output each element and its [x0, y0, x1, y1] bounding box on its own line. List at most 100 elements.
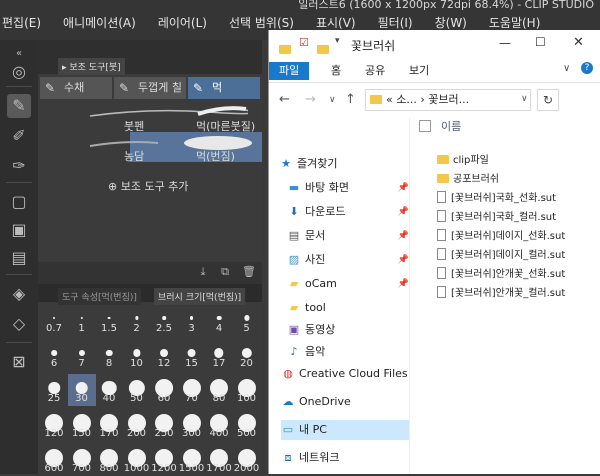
brush-size-cell[interactable]: 150: [68, 409, 96, 441]
brush-size-cell[interactable]: 1200: [150, 444, 178, 476]
brush-size-cell[interactable]: 800: [95, 444, 123, 476]
brush-size-cell[interactable]: 700: [68, 444, 96, 476]
brush-size-cell[interactable]: 30: [67, 374, 96, 406]
brush-size-cell[interactable]: 25: [40, 374, 68, 406]
back-icon[interactable]: ←: [279, 92, 290, 107]
brush-size-cell[interactable]: 100: [233, 374, 261, 406]
address-chevron-icon[interactable]: ∨: [521, 94, 528, 104]
subtab-ink[interactable]: ✎ 먹: [188, 77, 260, 99]
brush-size-cell[interactable]: 400: [205, 409, 233, 441]
close-icon[interactable]: ✕: [573, 35, 584, 50]
brush-size-cell[interactable]: 12: [150, 339, 178, 371]
brush-size-cell[interactable]: 5: [233, 304, 261, 336]
column-header-name[interactable]: 이름: [441, 118, 461, 134]
menu-item[interactable]: 레이어(L): [158, 14, 207, 32]
tab-home[interactable]: 홈: [331, 62, 341, 80]
nav-item[interactable]: ▭ 내 PC: [281, 420, 409, 440]
folder-row[interactable]: clip파일: [437, 152, 489, 170]
nav-item[interactable]: ▣ 동영상: [287, 320, 415, 340]
brush-size-cell[interactable]: 8: [95, 339, 123, 371]
nav-item[interactable]: ⧈ 네트워크: [281, 448, 409, 468]
subtab-thick-paint[interactable]: ✎ 두껍게 칠: [114, 77, 186, 99]
trash-icon[interactable]: 🗑: [242, 265, 256, 279]
brush-size-cell[interactable]: 70: [178, 374, 206, 406]
tab-share[interactable]: 공유: [365, 62, 385, 80]
file-row[interactable]: [꽃브러쉬]데이지_선화.sut: [437, 228, 565, 246]
menu-item[interactable]: 편집(E): [2, 14, 41, 32]
eraser-tool-icon[interactable]: ▢: [7, 190, 31, 214]
pen-tool-icon[interactable]: ◎: [7, 60, 31, 84]
tab-sub-tool[interactable]: ▸ 보조 도구[붓]: [58, 58, 125, 75]
nav-item[interactable]: ▰ oCam 📌: [287, 274, 415, 294]
brush-size-cell[interactable]: 600: [40, 444, 68, 476]
file-row[interactable]: [꽃브러쉬]안개꽃_컬러.sut: [437, 285, 565, 303]
tab-file[interactable]: 파일: [269, 62, 310, 80]
forward-icon[interactable]: →: [305, 92, 316, 107]
menu-item[interactable]: 애니메이션(A): [63, 14, 136, 32]
recent-chevron-icon[interactable]: ∨: [329, 95, 336, 105]
up-icon[interactable]: ↑: [345, 92, 356, 107]
address-box[interactable]: « 소... › 꽃브러...: [365, 89, 531, 111]
brush-size-cell[interactable]: 15: [178, 339, 206, 371]
brush-size-cell[interactable]: 2.5: [150, 304, 178, 336]
airbrush-tool-icon[interactable]: ✐: [7, 124, 31, 148]
nav-item[interactable]: ▨ 사진 📌: [287, 250, 415, 270]
brush-size-cell[interactable]: 4: [205, 304, 233, 336]
brush-size-cell[interactable]: 1700: [205, 444, 233, 476]
brush-size-cell[interactable]: 1000: [123, 444, 151, 476]
maximize-icon[interactable]: ☐: [535, 35, 546, 49]
stack-tool-icon[interactable]: ◇: [7, 312, 31, 336]
brush-size-cell[interactable]: 80: [205, 374, 233, 406]
layer-tool-icon[interactable]: ◈: [7, 282, 31, 306]
brush-size-cell[interactable]: 1: [68, 304, 96, 336]
tab-view[interactable]: 보기: [409, 62, 429, 80]
add-sub-tool-button[interactable]: ⊕ 보조 도구 추가: [108, 178, 188, 194]
brush-size-cell[interactable]: 7: [68, 339, 96, 371]
brush-size-cell[interactable]: 300: [178, 409, 206, 441]
navigator-tool-icon[interactable]: ⊠: [7, 350, 31, 374]
nav-item[interactable]: ▰ tool: [287, 298, 415, 318]
nav-item[interactable]: ▤ 문서 📌: [287, 226, 415, 246]
brush-size-cell[interactable]: 120: [40, 409, 68, 441]
brush-size-cell[interactable]: 200: [123, 409, 151, 441]
file-row[interactable]: [꽃브러쉬]국화_선화.sut: [437, 190, 556, 208]
nav-item[interactable]: ▬ 바탕 화면 📌: [287, 178, 415, 198]
brush-size-cell[interactable]: 40: [95, 374, 123, 406]
brush-size-cell[interactable]: 170: [95, 409, 123, 441]
ribbon-collapse-icon[interactable]: ∨: [563, 63, 570, 74]
brush-size-cell[interactable]: 1.5: [95, 304, 123, 336]
chevron-down-icon[interactable]: ▾: [335, 36, 340, 46]
duplicate-icon[interactable]: ⧉: [218, 265, 232, 279]
brush-size-cell[interactable]: 500: [233, 409, 261, 441]
tab-brush-size[interactable]: 브러시 크기[먹(번짐)]: [154, 288, 246, 305]
select-all-checkbox[interactable]: [419, 120, 431, 132]
minimize-icon[interactable]: —: [499, 36, 511, 50]
nav-item[interactable]: ☁ OneDrive: [281, 392, 409, 412]
help-icon[interactable]: ?: [581, 62, 593, 74]
brush-size-cell[interactable]: 17: [205, 339, 233, 371]
gradient-tool-icon[interactable]: ▤: [7, 246, 31, 270]
brush-size-cell[interactable]: 1500: [178, 444, 206, 476]
brush-size-cell[interactable]: 3: [178, 304, 206, 336]
brush-item-bleed[interactable]: 농담 먹(번짐): [38, 132, 262, 163]
brush-size-cell[interactable]: 6: [40, 339, 68, 371]
nav-item[interactable]: ⬇ 다운로드 📌: [287, 202, 415, 222]
brush-size-cell[interactable]: 2000: [233, 444, 261, 476]
fill-tool-icon[interactable]: ▣: [7, 218, 31, 242]
brush-tool-icon[interactable]: ✎: [7, 94, 31, 118]
brush-item-dry[interactable]: 붓펜 먹(마른붓질): [38, 104, 262, 133]
properties-icon[interactable]: ☑: [299, 36, 309, 49]
nav-item[interactable]: ◍ Creative Cloud Files: [281, 364, 409, 384]
nav-item[interactable]: ★ 즐겨찾기: [279, 154, 407, 174]
import-icon[interactable]: ⤓: [196, 265, 210, 279]
nav-item[interactable]: ♪ 음악: [287, 342, 415, 362]
file-row[interactable]: [꽃브러쉬]데이지_컬러.sut: [437, 247, 565, 265]
decoration-tool-icon[interactable]: ✑: [7, 154, 31, 178]
brush-size-cell[interactable]: 0.7: [40, 304, 68, 336]
brush-size-cell[interactable]: 20: [233, 339, 261, 371]
brush-size-cell[interactable]: 2: [123, 304, 151, 336]
file-row[interactable]: [꽃브러쉬]국화_컬러.sut: [437, 209, 556, 227]
brush-size-cell[interactable]: 10: [123, 339, 151, 371]
subtab-watercolor[interactable]: ✎ 수채: [40, 77, 112, 99]
new-folder-icon[interactable]: [317, 38, 333, 57]
